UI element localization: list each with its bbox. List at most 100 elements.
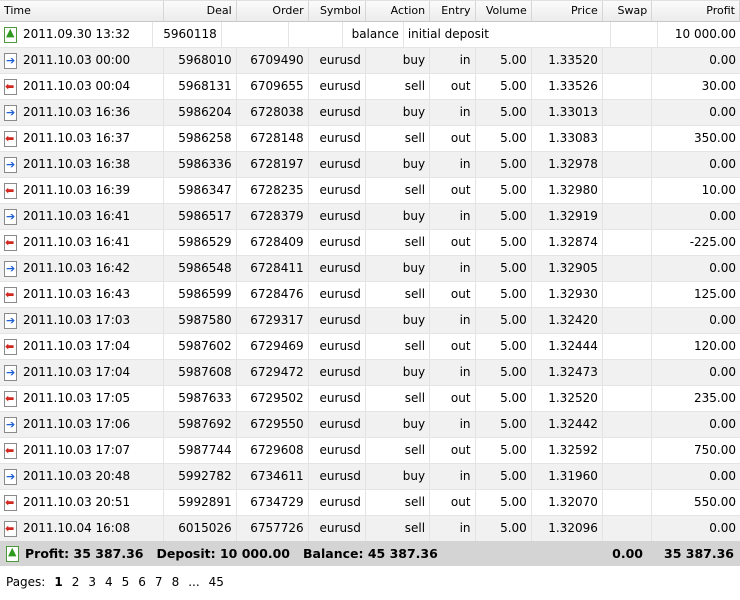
cell-symbol: eurusd <box>309 178 366 203</box>
cell-price: 1.31960 <box>532 464 603 489</box>
table-row[interactable]: ➔ 2011.10.03 17:04 5987608 6729472 eurusd buy… <box>0 360 740 386</box>
cell-time: ⬅ 2011.10.03 20:51 <box>0 490 164 515</box>
cell-time: ⬅ 2011.10.03 17:05 <box>0 386 164 411</box>
table-row[interactable]: ➔ 2011.10.03 20:48 5992782 6734611 eurusd buy… <box>0 464 740 490</box>
cell-swap <box>603 490 653 515</box>
table-row[interactable]: ➔ 2011.10.03 16:36 5986204 6728038 eurusd buy… <box>0 100 740 126</box>
page-link[interactable]: 4 <box>105 575 113 589</box>
pagination: Pages: 1 2345678 ... 45 <box>6 575 233 589</box>
cell-profit: 0.00 <box>709 53 737 67</box>
table-row[interactable]: ➔ 2011.10.03 16:41 5986517 6728379 eurusd buy… <box>0 204 740 230</box>
cell-volume: 5.00 <box>476 360 532 385</box>
cell-entry: in <box>430 516 476 541</box>
page-link[interactable]: 6 <box>138 575 146 589</box>
cell-order: 6728476 <box>237 282 309 307</box>
table-row[interactable]: ⬅ 2011.10.03 16:37 5986258 6728148 eurusd sel… <box>0 126 740 152</box>
cell-action: sell <box>366 282 431 307</box>
cell-order: 6728379 <box>237 204 309 229</box>
table-row[interactable]: ➔ 2011.10.03 17:03 5987580 6729317 eurusd buy… <box>0 308 740 334</box>
table-row[interactable]: ⬅ 2011.10.04 16:08 6015026 6757726 eurusd sel… <box>0 516 740 542</box>
cell-deal: 5986258 <box>164 126 237 151</box>
cell-swap <box>603 360 653 385</box>
cell-deal: 5992891 <box>164 490 237 515</box>
cell-action: buy <box>366 204 431 229</box>
cell-deal: 5986336 <box>164 152 237 177</box>
cell-price: 1.32473 <box>532 360 603 385</box>
cell-volume: 5.00 <box>476 100 532 125</box>
cell-profit: 120.00 <box>694 339 737 353</box>
deposit-icon: ▲ <box>4 27 17 43</box>
table-row-balance[interactable]: ▲ 2011.09.30 13:32 5960118 balance initi… <box>0 22 740 48</box>
cell-volume: 5.00 <box>476 256 532 281</box>
table-row[interactable]: ➔ 2011.10.03 16:42 5986548 6728411 eurusd buy… <box>0 256 740 282</box>
cell-time: ➔ 2011.10.03 16:38 <box>0 152 164 177</box>
cell-price: 1.32520 <box>532 386 603 411</box>
column-header-action[interactable]: Action <box>366 1 431 21</box>
cell-symbol: eurusd <box>309 516 366 541</box>
cell-order: 6728235 <box>237 178 309 203</box>
table-row[interactable]: ⬅ 2011.10.03 16:41 5986529 6728409 eurusd sel… <box>0 230 740 256</box>
table-row[interactable]: ➔ 2011.10.03 00:00 5968010 6709490 eurusd buy… <box>0 48 740 74</box>
cell-symbol: eurusd <box>309 412 366 437</box>
cell-volume: 5.00 <box>476 490 532 515</box>
cell-profit: 0.00 <box>709 157 737 171</box>
cell-profit: 125.00 <box>694 287 737 301</box>
page-link[interactable]: 5 <box>122 575 130 589</box>
page-link[interactable]: 8 <box>172 575 180 589</box>
cell-time: ➔ 2011.10.03 17:06 <box>0 412 164 437</box>
cell-deal: 5986548 <box>164 256 237 281</box>
cell-deal: 5986517 <box>164 204 237 229</box>
column-header-profit[interactable]: Profit <box>652 1 740 21</box>
cell-price: 1.32444 <box>532 334 603 359</box>
table-row[interactable]: ➔ 2011.10.03 16:38 5986336 6728197 eurusd buy… <box>0 152 740 178</box>
page-link[interactable]: 7 <box>155 575 163 589</box>
column-header-swap[interactable]: Swap <box>603 1 653 21</box>
column-header-volume[interactable]: Volume <box>476 1 532 21</box>
table-row[interactable]: ⬅ 2011.10.03 16:39 5986347 6728235 eurusd sel… <box>0 178 740 204</box>
cell-volume: 5.00 <box>476 152 532 177</box>
cell-action: sell <box>366 490 431 515</box>
cell-action: buy <box>366 308 431 333</box>
cell-order: 6729472 <box>237 360 309 385</box>
cell-price: 1.32978 <box>532 152 603 177</box>
table-row[interactable]: ⬅ 2011.10.03 17:05 5987633 6729502 eurusd sel… <box>0 386 740 412</box>
cell-time: ⬅ 2011.10.03 16:41 <box>0 230 164 255</box>
cell-entry: in <box>430 48 476 73</box>
cell-symbol: eurusd <box>309 438 366 463</box>
sell-deal-icon: ⬅ <box>4 131 17 147</box>
page-link[interactable]: 3 <box>88 575 96 589</box>
column-header-time[interactable]: Time <box>0 1 164 21</box>
cell-action: buy <box>366 256 431 281</box>
cell-action: buy <box>366 360 431 385</box>
page-link-last[interactable]: 45 <box>209 575 224 589</box>
page-link[interactable]: 2 <box>72 575 80 589</box>
cell-volume: 5.00 <box>476 230 532 255</box>
cell-swap <box>603 438 653 463</box>
cell-order: 6728411 <box>237 256 309 281</box>
cell-profit: 0.00 <box>709 469 737 483</box>
column-header-deal[interactable]: Deal <box>164 1 237 21</box>
cell-entry: in <box>430 308 476 333</box>
column-header-price[interactable]: Price <box>532 1 603 21</box>
table-row[interactable]: ⬅ 2011.10.03 20:51 5992891 6734729 eurusd sel… <box>0 490 740 516</box>
cell-swap <box>603 178 653 203</box>
table-row[interactable]: ⬅ 2011.10.03 00:04 5968131 6709655 eurusd sel… <box>0 74 740 100</box>
cell-entry: out <box>430 386 476 411</box>
buy-deal-icon: ➔ <box>4 313 17 329</box>
table-row[interactable]: ⬅ 2011.10.03 17:04 5987602 6729469 eurusd sel… <box>0 334 740 360</box>
cell-deal: 5986204 <box>164 100 237 125</box>
cell-entry: out <box>430 438 476 463</box>
cell-entry: in <box>430 412 476 437</box>
table-row[interactable]: ⬅ 2011.10.03 16:43 5986599 6728476 eurusd sel… <box>0 282 740 308</box>
column-header-symbol[interactable]: Symbol <box>309 1 366 21</box>
column-header-entry[interactable]: Entry <box>430 1 476 21</box>
column-header-order[interactable]: Order <box>237 1 309 21</box>
table-row[interactable]: ➔ 2011.10.03 17:06 5987692 6729550 eurusd buy… <box>0 412 740 438</box>
cell-time: ➔ 2011.10.03 16:41 <box>0 204 164 229</box>
cell-price: 1.33526 <box>532 74 603 99</box>
table-row[interactable]: ⬅ 2011.10.03 17:07 5987744 6729608 eurusd sel… <box>0 438 740 464</box>
summary-text: Profit: 35 387.36 Deposit: 10 000.00 Bal… <box>25 546 438 561</box>
cell-volume: 5.00 <box>476 438 532 463</box>
cell-order: 6709490 <box>237 48 309 73</box>
cell-time: ➔ 2011.10.03 16:42 <box>0 256 164 281</box>
